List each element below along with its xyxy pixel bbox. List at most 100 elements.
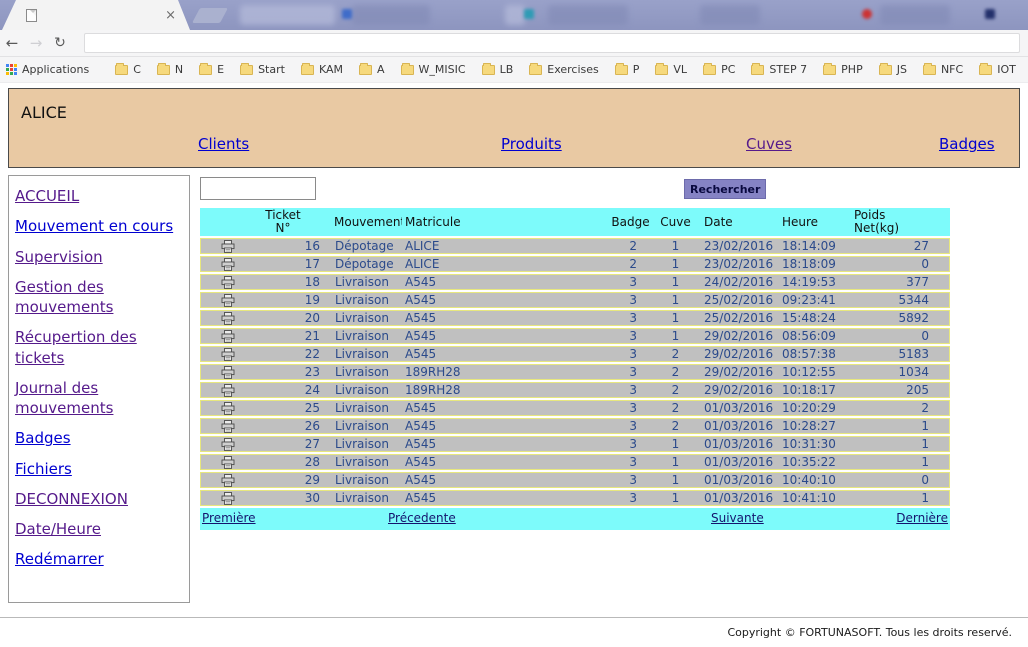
column-header-heure: Heure — [773, 208, 848, 236]
background-window-blur — [352, 5, 430, 25]
print-ticket-button[interactable] — [200, 364, 238, 380]
print-ticket-button[interactable] — [200, 256, 238, 272]
cell-cuve: 1 — [653, 436, 698, 452]
cell-matricule: ALICE — [402, 238, 608, 254]
bookmark-folder[interactable]: Start — [240, 63, 285, 76]
cell-heure: 10:20:29 — [773, 400, 848, 416]
pagination-first-link[interactable]: Première — [202, 511, 256, 525]
new-tab-button[interactable] — [192, 8, 228, 23]
bookmark-folder[interactable]: IOT — [979, 63, 1016, 76]
printer-icon — [221, 474, 235, 487]
bookmark-folder[interactable]: NFC — [923, 63, 963, 76]
column-header-ticket: Ticket N° — [238, 208, 328, 236]
cell-heure: 10:28:27 — [773, 418, 848, 434]
bookmark-folder[interactable]: VL — [655, 63, 687, 76]
bookmark-folder[interactable]: LB — [482, 63, 514, 76]
sidebar-item[interactable]: DECONNEXION — [15, 489, 183, 509]
bookmark-folder[interactable]: Exercises — [529, 63, 599, 76]
cell-badge: 2 — [608, 238, 653, 254]
bookmark-folder[interactable]: JS — [879, 63, 907, 76]
bookmark-folder[interactable]: A — [359, 63, 385, 76]
browser-tab[interactable]: × — [2, 0, 190, 30]
print-ticket-button[interactable] — [200, 436, 238, 452]
cell-badge: 3 — [608, 382, 653, 398]
background-window-blur — [548, 5, 628, 25]
bookmark-folder[interactable]: STEP 7 — [751, 63, 807, 76]
pagination-previous-link[interactable]: Précedente — [388, 511, 456, 525]
cell-cuve: 1 — [653, 328, 698, 344]
print-ticket-button[interactable] — [200, 328, 238, 344]
print-ticket-button[interactable] — [200, 454, 238, 470]
bookmark-folder[interactable]: W_MISIC — [401, 63, 466, 76]
cell-poids: 0 — [848, 472, 950, 488]
address-bar[interactable] — [84, 33, 1020, 53]
cell-matricule: A545 — [402, 400, 608, 416]
print-ticket-button[interactable] — [200, 472, 238, 488]
back-icon[interactable]: ← — [0, 36, 24, 51]
sidebar-item[interactable]: Mouvement en cours — [15, 216, 183, 236]
print-ticket-button[interactable] — [200, 310, 238, 326]
sidebar-item[interactable]: Récupertion des tickets — [15, 327, 183, 368]
folder-icon — [157, 65, 170, 75]
table-row: 23 Livraison 189RH28 3 2 29/02/2016 10:1… — [200, 364, 950, 380]
print-ticket-button[interactable] — [200, 400, 238, 416]
cell-poids: 0 — [848, 328, 950, 344]
cell-cuve: 1 — [653, 292, 698, 308]
sidebar-item[interactable]: Badges — [15, 428, 183, 448]
print-ticket-button[interactable] — [200, 292, 238, 308]
cell-matricule: A545 — [402, 472, 608, 488]
cell-ticket: 30 — [238, 490, 328, 506]
nav-link-clients[interactable]: Clients — [198, 135, 249, 153]
sidebar-item[interactable]: Date/Heure — [15, 519, 183, 539]
search-button[interactable]: Rechercher — [684, 179, 766, 199]
cell-badge: 3 — [608, 418, 653, 434]
print-ticket-button[interactable] — [200, 238, 238, 254]
table-row: 30 Livraison A545 3 1 01/03/2016 10:41:1… — [200, 490, 950, 506]
sidebar-item[interactable]: ACCUEIL — [15, 186, 183, 206]
sidebar-item[interactable]: Journal des mouvements — [15, 378, 183, 419]
close-tab-icon[interactable]: × — [165, 9, 176, 22]
printer-icon — [221, 402, 235, 415]
nav-link-produits[interactable]: Produits — [501, 135, 562, 153]
nav-link-cuves[interactable]: Cuves — [746, 135, 792, 153]
nav-link-badges[interactable]: Badges — [939, 135, 995, 153]
bookmark-folder[interactable]: N — [157, 63, 183, 76]
cell-date: 01/03/2016 — [698, 472, 773, 488]
printer-icon — [221, 348, 235, 361]
bookmark-folder[interactable]: C — [115, 63, 141, 76]
cell-date: 01/03/2016 — [698, 400, 773, 416]
pagination-last-link[interactable]: Dernière — [896, 511, 948, 525]
print-ticket-button[interactable] — [200, 346, 238, 362]
folder-icon — [529, 65, 542, 75]
sidebar-item[interactable]: Fichiers — [15, 459, 183, 479]
bookmark-folder[interactable]: PC — [703, 63, 735, 76]
bookmark-folder[interactable]: PHP — [823, 63, 863, 76]
bookmark-folder[interactable]: P — [615, 63, 640, 76]
printer-icon — [221, 258, 235, 271]
cell-cuve: 1 — [653, 454, 698, 470]
cell-mouvement: Livraison — [328, 274, 402, 290]
table-row: 24 Livraison 189RH28 3 2 29/02/2016 10:1… — [200, 382, 950, 398]
sidebar-item[interactable]: Supervision — [15, 247, 183, 267]
sidebar-item[interactable]: Redémarrer — [15, 549, 183, 569]
print-ticket-button[interactable] — [200, 490, 238, 506]
print-ticket-button[interactable] — [200, 382, 238, 398]
pagination-next-link[interactable]: Suivante — [711, 511, 764, 525]
bookmark-label: IOT — [997, 63, 1016, 76]
apps-shortcut[interactable]: Applications — [6, 63, 89, 76]
folder-icon — [923, 65, 936, 75]
sidebar-item[interactable]: Gestion des mouvements — [15, 277, 183, 318]
printer-icon — [221, 456, 235, 469]
search-input[interactable] — [200, 177, 316, 200]
bookmark-label: A — [377, 63, 385, 76]
print-ticket-button[interactable] — [200, 274, 238, 290]
bookmark-label: VL — [673, 63, 687, 76]
cell-cuve: 2 — [653, 364, 698, 380]
refresh-icon[interactable]: ↻ — [48, 36, 72, 50]
background-favicon-blur — [342, 9, 352, 19]
bookmark-folder[interactable]: E — [199, 63, 224, 76]
print-ticket-button[interactable] — [200, 418, 238, 434]
cell-badge: 3 — [608, 346, 653, 362]
bookmark-folder[interactable]: KAM — [301, 63, 343, 76]
background-window-blur — [505, 5, 525, 25]
